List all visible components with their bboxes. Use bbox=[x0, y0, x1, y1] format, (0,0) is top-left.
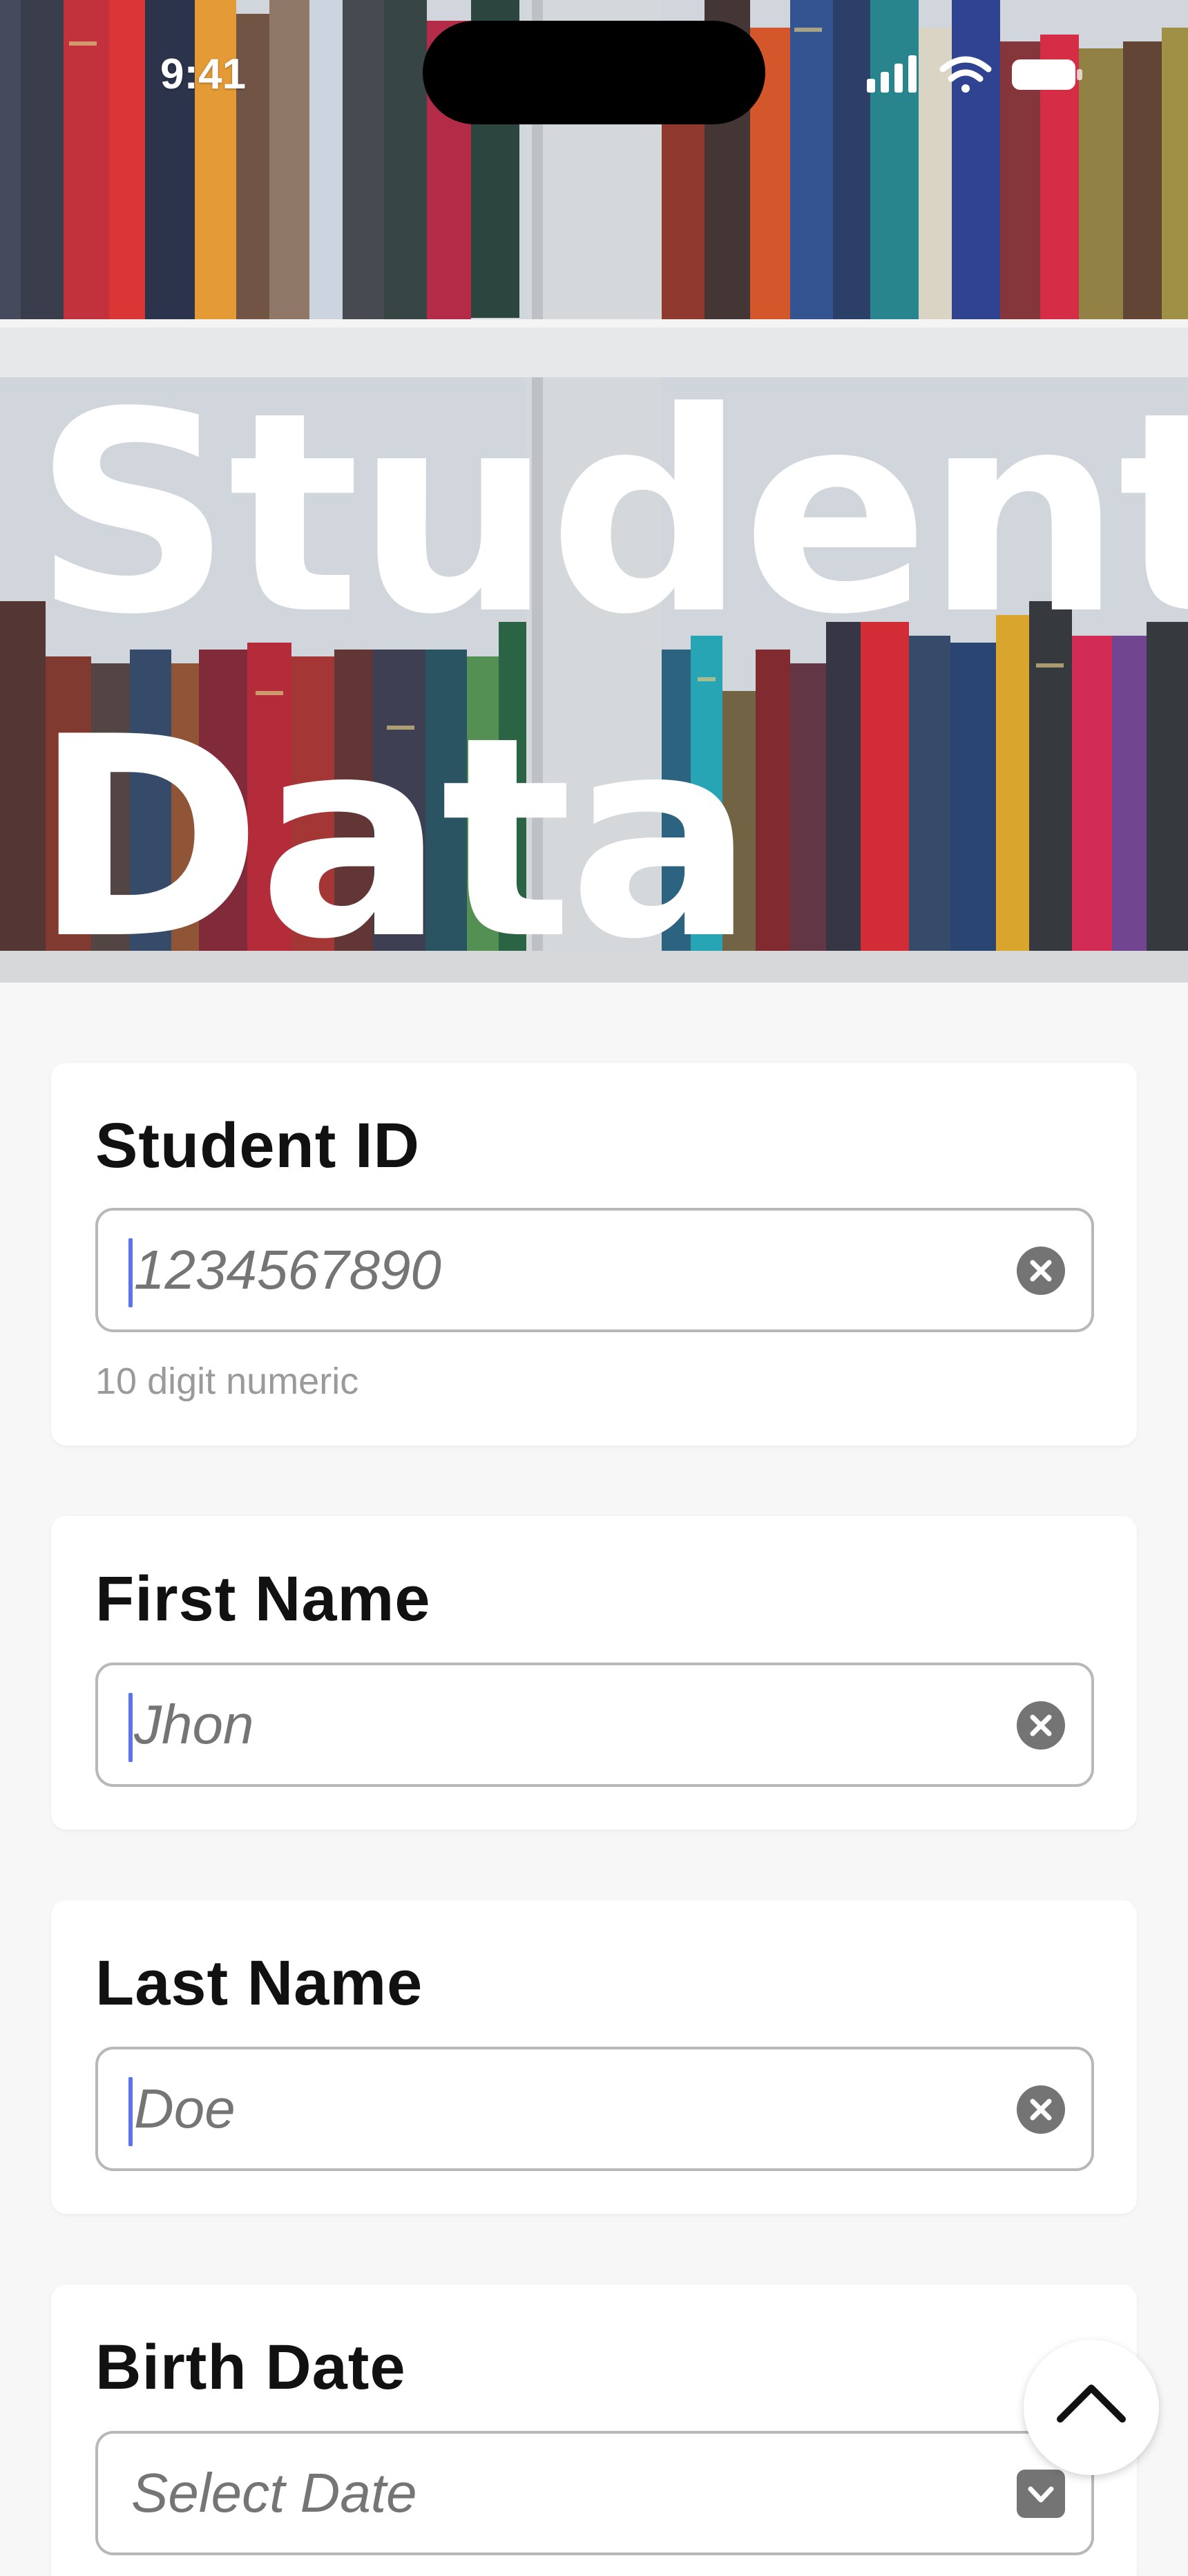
hero-banner: Student Data bbox=[0, 0, 1188, 983]
text-caret bbox=[128, 1238, 133, 1307]
birth-date-input[interactable] bbox=[131, 2434, 960, 2553]
last-name-input[interactable] bbox=[134, 2049, 963, 2168]
clear-icon[interactable] bbox=[1017, 1247, 1065, 1295]
clear-icon[interactable] bbox=[1017, 1701, 1065, 1750]
clear-icon[interactable] bbox=[1017, 2085, 1065, 2134]
student-id-input[interactable] bbox=[134, 1211, 963, 1329]
student-data-screen: Student Data 9:41 Student ID 1234567890 … bbox=[0, 0, 1188, 2576]
first-name-label: First Name bbox=[95, 1564, 431, 1634]
birth-date-card: Birth Date bbox=[51, 2284, 1137, 2576]
last-name-label: Last Name bbox=[95, 1948, 423, 2018]
student-id-label: Student ID bbox=[95, 1110, 420, 1181]
first-name-card: First Name bbox=[51, 1516, 1137, 1830]
birth-date-select[interactable] bbox=[95, 2431, 1094, 2555]
text-caret bbox=[128, 1693, 133, 1762]
last-name-field[interactable] bbox=[95, 2047, 1094, 2171]
student-id-card: Student ID 10 digit numeric bbox=[51, 1063, 1137, 1446]
first-name-input[interactable] bbox=[134, 1665, 963, 1784]
signal-icon bbox=[867, 55, 917, 93]
wifi-icon bbox=[939, 56, 992, 93]
page-title: Student Data bbox=[33, 354, 1188, 983]
status-time: 9:41 bbox=[160, 50, 247, 98]
last-name-card: Last Name bbox=[51, 1900, 1137, 2214]
chevron-up-icon bbox=[1057, 2385, 1126, 2423]
chevron-down-icon[interactable] bbox=[1017, 2470, 1065, 2518]
text-caret bbox=[128, 2077, 133, 2146]
battery-icon bbox=[1012, 59, 1082, 90]
status-icons bbox=[867, 53, 1088, 94]
dynamic-island bbox=[423, 21, 765, 124]
first-name-field[interactable] bbox=[95, 1663, 1094, 1787]
birth-date-label: Birth Date bbox=[95, 2332, 406, 2403]
scroll-top-button[interactable] bbox=[1024, 2340, 1159, 2475]
student-id-field[interactable] bbox=[95, 1208, 1094, 1332]
student-id-helper: 10 digit numeric bbox=[95, 1361, 359, 1402]
